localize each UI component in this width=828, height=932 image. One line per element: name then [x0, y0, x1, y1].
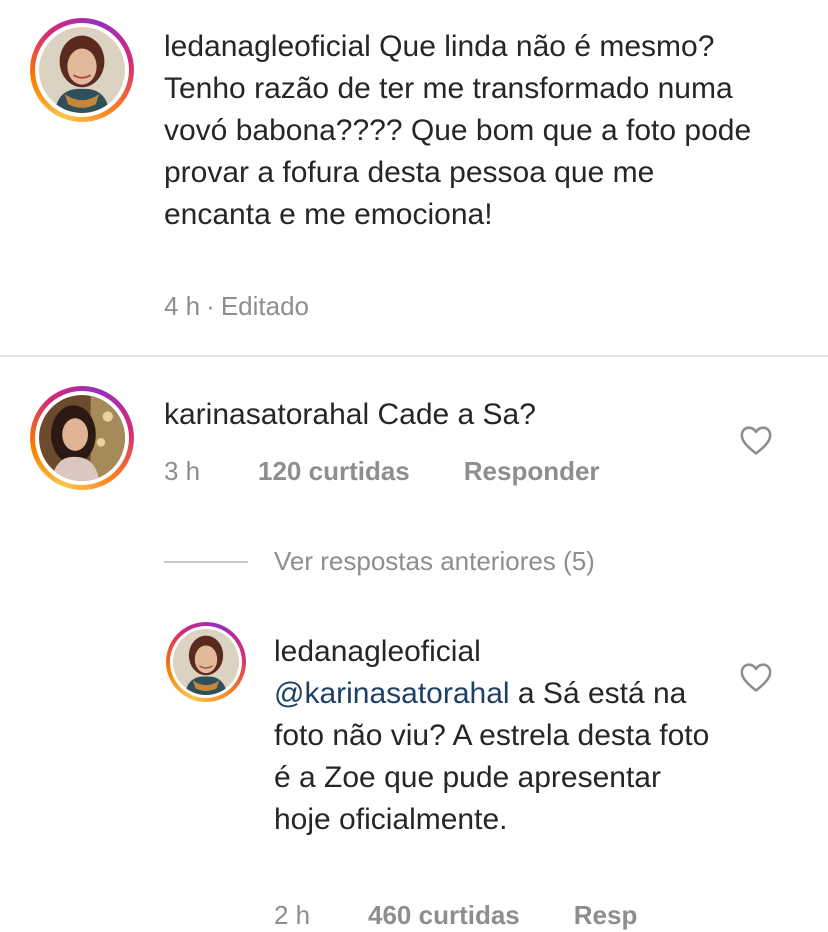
avatar-ledanagleoficial[interactable] — [166, 622, 246, 702]
comment-time: 4 h — [164, 291, 201, 321]
comment-meta: 3 h 120 curtidas Responder — [164, 456, 600, 487]
reply-button[interactable]: Resp — [574, 900, 638, 931]
comment-meta: 2 h 460 curtidas Resp — [274, 900, 637, 931]
reply-button[interactable]: Responder — [464, 456, 600, 487]
comment-2: karinasatorahal Cade a Sa? — [164, 394, 724, 436]
profile-photo — [173, 629, 239, 695]
meta-separator: · — [206, 291, 215, 321]
heart-icon[interactable] — [739, 424, 773, 456]
replies-line — [164, 560, 248, 563]
comment-1: ledanagleoficial Que linda não é mesmo? … — [164, 26, 754, 236]
comment-meta: 4 h · Editado — [164, 291, 309, 322]
comment-body: Cade a Sa? — [377, 398, 536, 431]
likes-count[interactable]: 460 curtidas — [368, 900, 520, 931]
comment-username[interactable]: karinasatorahal — [164, 398, 369, 431]
view-previous-replies[interactable]: Ver respostas anteriores (5) — [164, 546, 595, 577]
profile-photo — [39, 27, 125, 113]
comment-time: 2 h — [274, 900, 311, 930]
reply-comment: ledanagleoficial @karinasatorahal a Sá e… — [274, 631, 714, 841]
comment-username[interactable]: ledanagleoficial — [274, 635, 481, 668]
mention-link[interactable]: @karinasatorahal — [274, 677, 510, 710]
avatar-ledanagleoficial[interactable] — [30, 18, 134, 122]
profile-photo — [39, 395, 125, 481]
avatar-karinasatorahal[interactable] — [30, 386, 134, 490]
heart-icon[interactable] — [739, 661, 773, 693]
comment-username[interactable]: ledanagleoficial — [164, 30, 371, 63]
divider — [0, 355, 828, 357]
comment-time: 3 h — [164, 456, 201, 486]
edited-label: Editado — [220, 291, 310, 321]
likes-count[interactable]: 120 curtidas — [258, 456, 410, 487]
view-previous-label[interactable]: Ver respostas anteriores (5) — [274, 546, 595, 577]
